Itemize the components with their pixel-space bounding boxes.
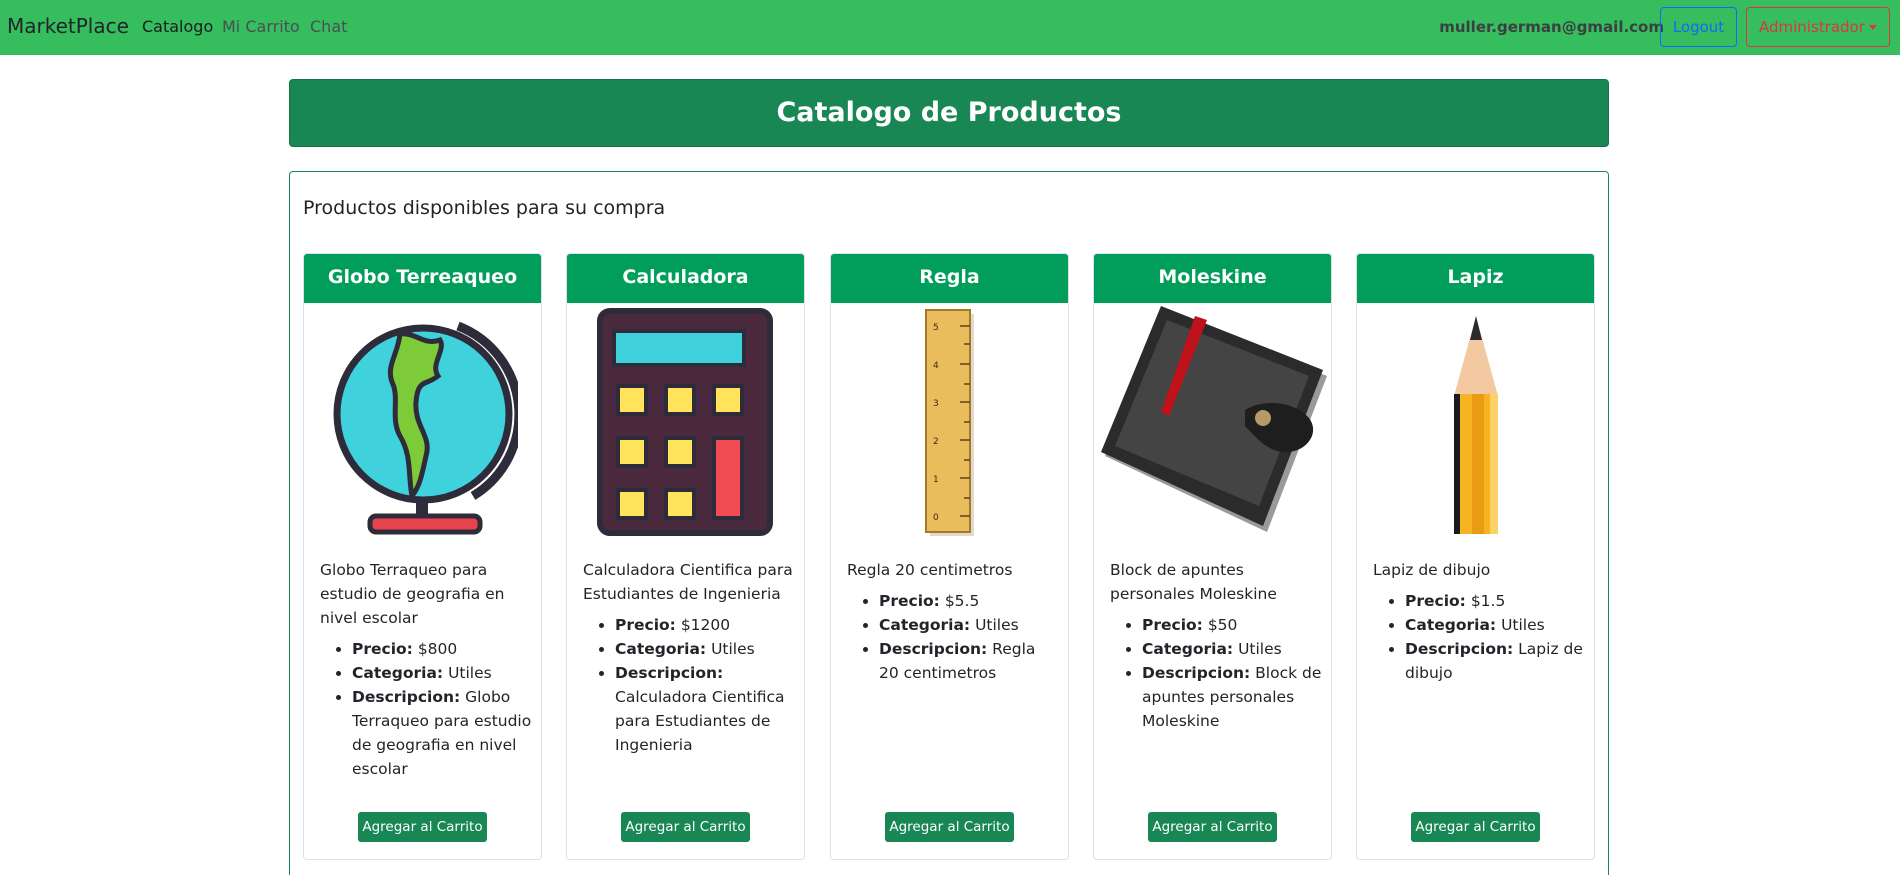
- product-title: Moleskine: [1094, 254, 1331, 303]
- svg-text:0: 0: [933, 513, 939, 523]
- product-description: Descripcion: Globo Terraqueo para estudi…: [352, 685, 532, 781]
- product-card: Regla 5 4 3 2 1 0 Regla 20 centimetros Precio…: [830, 253, 1069, 860]
- product-description: Descripcion: Regla 20 centimetros: [879, 637, 1059, 685]
- category-value: Utiles: [448, 664, 492, 682]
- price-value: $5.5: [944, 592, 980, 610]
- product-category: Categoria: Utiles: [1142, 637, 1322, 661]
- add-to-cart-button[interactable]: Agregar al Carrito: [621, 812, 750, 842]
- product-card: Lapiz Lapiz de dibujo Precio: $1.5 Categ…: [1356, 253, 1595, 860]
- pencil-icon: [1357, 306, 1594, 536]
- product-category: Categoria: Utiles: [352, 661, 532, 685]
- svg-text:4: 4: [933, 361, 939, 371]
- product-category: Categoria: Utiles: [1405, 613, 1585, 637]
- product-summary: Lapiz de dibujo: [1373, 561, 1491, 579]
- product-description: Descripcion: Block de apuntes personales…: [1142, 661, 1322, 733]
- brand-logo[interactable]: MarketPlace: [7, 14, 129, 38]
- add-to-cart-button[interactable]: Agregar al Carrito: [1148, 812, 1277, 842]
- page-title: Catalogo de Productos: [776, 97, 1122, 128]
- product-details: Precio: $50 Categoria: Utiles Descripcio…: [1142, 613, 1322, 733]
- product-details: Precio: $1.5 Categoria: Utiles Descripci…: [1405, 589, 1585, 685]
- category-value: Utiles: [1501, 616, 1545, 634]
- admin-dropdown-label: Administrador: [1759, 18, 1865, 36]
- description-label: Descripcion:: [879, 640, 988, 658]
- product-price: Precio: $50: [1142, 613, 1322, 637]
- product-card: Globo Terreaqueo Globo Terraqueo para es…: [303, 253, 542, 860]
- product-summary: Calculadora Cientifica para Estudiantes …: [583, 561, 793, 603]
- price-value: $1200: [680, 616, 731, 634]
- notebook-icon: [1094, 306, 1331, 536]
- category-value: Utiles: [975, 616, 1019, 634]
- add-to-cart-button[interactable]: Agregar al Carrito: [885, 812, 1014, 842]
- price-value: $800: [417, 640, 458, 658]
- globe-icon: [304, 306, 541, 536]
- nav-link-catalogo[interactable]: Catalogo: [142, 17, 213, 36]
- product-summary: Regla 20 centimetros: [847, 561, 1013, 579]
- product-summary: Globo Terraqueo para estudio de geografi…: [320, 561, 505, 627]
- category-value: Utiles: [711, 640, 755, 658]
- catalog-banner: Catalogo de Productos: [289, 79, 1609, 147]
- svg-text:3: 3: [933, 399, 939, 409]
- price-label: Precio:: [1405, 592, 1466, 610]
- add-to-cart-button[interactable]: Agregar al Carrito: [1411, 812, 1540, 842]
- product-title: Regla: [831, 254, 1068, 303]
- price-label: Precio:: [879, 592, 940, 610]
- description-label: Descripcion:: [1142, 664, 1251, 682]
- category-value: Utiles: [1238, 640, 1282, 658]
- logout-button[interactable]: Logout: [1660, 7, 1737, 47]
- category-label: Categoria:: [1405, 616, 1497, 634]
- product-price: Precio: $1.5: [1405, 589, 1585, 613]
- svg-text:2: 2: [933, 437, 939, 447]
- product-title: Globo Terreaqueo: [304, 254, 541, 303]
- caret-down-icon: [1869, 25, 1877, 30]
- price-label: Precio:: [1142, 616, 1203, 634]
- category-label: Categoria:: [352, 664, 444, 682]
- product-category: Categoria: Utiles: [879, 613, 1059, 637]
- product-price: Precio: $800: [352, 637, 532, 661]
- product-price: Precio: $1200: [615, 613, 795, 637]
- product-details: Precio: $1200 Categoria: Utiles Descripc…: [615, 613, 795, 757]
- description-label: Descripcion:: [1405, 640, 1514, 658]
- ruler-icon: 5 4 3 2 1 0: [831, 306, 1068, 536]
- admin-dropdown-button[interactable]: Administrador: [1746, 7, 1890, 47]
- price-value: $50: [1207, 616, 1238, 634]
- category-label: Categoria:: [1142, 640, 1234, 658]
- user-email: muller.german@gmail.com: [1439, 18, 1664, 36]
- price-label: Precio:: [615, 616, 676, 634]
- product-price: Precio: $5.5: [879, 589, 1059, 613]
- description-label: Descripcion:: [352, 688, 461, 706]
- products-container: Productos disponibles para su compra Glo…: [289, 171, 1609, 875]
- product-details: Precio: $800 Categoria: Utiles Descripci…: [352, 637, 532, 781]
- price-value: $1.5: [1470, 592, 1506, 610]
- product-card: Moleskine Block de apuntes personales Mo…: [1093, 253, 1332, 860]
- product-description: Descripcion: Calculadora Cientifica para…: [615, 661, 795, 757]
- product-summary: Block de apuntes personales Moleskine: [1110, 561, 1277, 603]
- nav-link-mi-carrito[interactable]: Mi Carrito: [222, 17, 300, 36]
- calculator-icon: [567, 306, 804, 536]
- product-description: Descripcion: Lapiz de dibujo: [1405, 637, 1585, 685]
- product-details: Precio: $5.5 Categoria: Utiles Descripci…: [879, 589, 1059, 685]
- product-title: Lapiz: [1357, 254, 1594, 303]
- product-category: Categoria: Utiles: [615, 637, 795, 661]
- svg-text:5: 5: [933, 323, 939, 333]
- products-subtitle: Productos disponibles para su compra: [303, 197, 666, 219]
- add-to-cart-button[interactable]: Agregar al Carrito: [358, 812, 487, 842]
- product-card: Calculadora Calculadora Cientifica para …: [566, 253, 805, 860]
- product-title: Calculadora: [567, 254, 804, 303]
- description-label: Descripcion:: [615, 664, 724, 682]
- svg-text:1: 1: [933, 475, 939, 485]
- price-label: Precio:: [352, 640, 413, 658]
- category-label: Categoria:: [615, 640, 707, 658]
- description-value: Calculadora Cientifica para Estudiantes …: [615, 688, 785, 754]
- top-navbar: MarketPlace Catalogo Mi Carrito Chat mul…: [0, 0, 1900, 55]
- nav-link-chat[interactable]: Chat: [310, 17, 347, 36]
- category-label: Categoria:: [879, 616, 971, 634]
